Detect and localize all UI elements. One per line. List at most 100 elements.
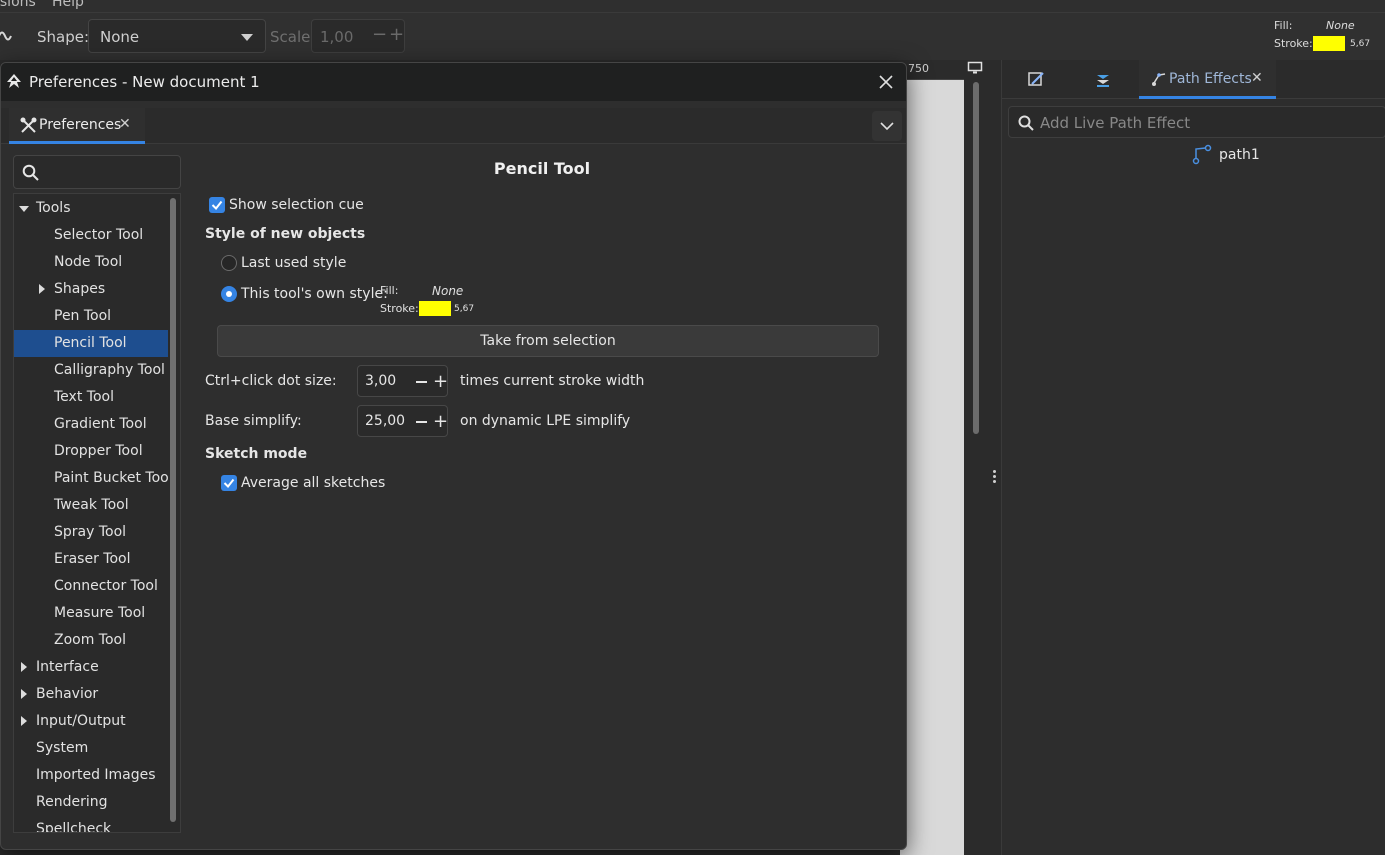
tree-item-imported-images[interactable]: Imported Images (14, 762, 168, 789)
own-style-label: This tool's own style: (241, 286, 388, 302)
tools-icon (20, 117, 37, 133)
fill-value: None (1326, 19, 1355, 32)
base-simplify-spinbutton[interactable]: 25,00 + (357, 405, 448, 437)
search-icon (22, 164, 39, 181)
dot-size-spinbutton[interactable]: 3,00 + (357, 365, 448, 397)
tree-item-selector-tool[interactable]: Selector Tool (14, 222, 168, 249)
show-selection-cue-label: Show selection cue (229, 197, 364, 213)
own-style-fill-value: None (432, 284, 464, 298)
check-icon (211, 200, 223, 211)
path-effects-icon (1152, 73, 1166, 86)
own-style-stroke-label: Stroke: (380, 302, 419, 315)
brush-icon (1028, 72, 1044, 86)
expander-right-icon[interactable] (21, 716, 27, 726)
own-style-stroke-width: 5,67 (454, 304, 475, 314)
stroke-width: 5,67 (1350, 39, 1371, 49)
page-title: Pencil Tool (493, 159, 591, 178)
chevron-down-icon (880, 122, 894, 131)
tree-item-spray-tool[interactable]: Spray Tool (14, 519, 168, 546)
toolbar-style-indicator[interactable]: Fill: None Stroke: 5,67 (1274, 19, 1384, 55)
tree-item-dropper-tool[interactable]: Dropper Tool (14, 438, 168, 465)
shape-dropdown-value: None (100, 28, 140, 46)
tree-item-node-tool[interactable]: Node Tool (14, 249, 168, 276)
decrement-icon[interactable] (416, 381, 427, 383)
increment-icon[interactable]: + (389, 24, 404, 45)
dock-tabs: Path Effects ✕ (1002, 60, 1385, 99)
tree-item-rendering[interactable]: Rendering (14, 789, 168, 816)
own-style-radio[interactable] (221, 286, 237, 302)
preferences-search-input[interactable] (13, 155, 181, 189)
layers-tab[interactable] (1070, 60, 1138, 99)
canvas-scrollbar-thumb[interactable] (973, 82, 979, 434)
average-all-sketches-checkbox[interactable] (221, 475, 237, 491)
dock-panel: Path Effects ✕ Add Live Path Effect path… (1001, 60, 1385, 855)
own-style-fill-label: Fill: (380, 284, 399, 297)
tree-item-input-output[interactable]: Input/Output (14, 708, 168, 735)
decrement-icon[interactable] (416, 421, 427, 423)
tree-item-text-tool[interactable]: Text Tool (14, 384, 168, 411)
shape-label: Shape: (37, 28, 90, 46)
search-placeholder: Add Live Path Effect (1040, 114, 1191, 132)
close-icon[interactable]: ✕ (119, 116, 131, 132)
expander-right-icon[interactable] (21, 689, 27, 699)
close-icon[interactable]: ✕ (1251, 70, 1263, 86)
sketch-mode-heading: Sketch mode (205, 446, 308, 462)
ruler-value: 750 (908, 62, 929, 75)
tree-item-zoom-tool[interactable]: Zoom Tool (14, 627, 168, 654)
display-mode-icon[interactable] (967, 61, 983, 75)
tree-item-calligraphy-tool[interactable]: Calligraphy Tool (14, 357, 168, 384)
tree-item-behavior[interactable]: Behavior (14, 681, 168, 708)
tree-item-paint-bucket-tool[interactable]: Paint Bucket Tool (14, 465, 173, 492)
stroke-swatch (1313, 36, 1345, 51)
tabs-menu-button[interactable] (872, 111, 902, 141)
tree-item-tools[interactable]: Tools (14, 195, 168, 222)
average-all-sketches-label: Average all sketches (241, 475, 386, 491)
dialog-title: Preferences - New document 1 (29, 73, 260, 91)
scale-label: Scale: (270, 28, 316, 46)
tree-item-pen-tool[interactable]: Pen Tool (14, 303, 168, 330)
dialog-tabs: Preferences ✕ (1, 108, 906, 144)
tool-controls-bar: Shape: None Scale: 1,00 − + Fill: None S… (0, 12, 1385, 60)
expander-right-icon[interactable] (39, 284, 45, 294)
tab-preferences[interactable]: Preferences ✕ (9, 108, 145, 144)
dot-size-value: 3,00 (365, 373, 397, 389)
tree-item-connector-tool[interactable]: Connector Tool (14, 573, 168, 600)
tree-item-gradient-tool[interactable]: Gradient Tool (14, 411, 168, 438)
tree-item-system[interactable]: System (14, 735, 168, 762)
menu-extensions[interactable]: isions (0, 0, 36, 10)
dialog-titlebar[interactable]: Preferences - New document 1 (1, 63, 906, 101)
take-from-selection-button[interactable]: Take from selection (217, 325, 879, 357)
menu-help[interactable]: Help (52, 0, 84, 10)
preferences-tree: Tools Selector Tool Node Tool Shapes Pen… (13, 193, 181, 833)
increment-icon[interactable]: + (433, 371, 448, 392)
show-selection-cue-checkbox[interactable] (209, 197, 225, 213)
chevron-down-icon (241, 34, 253, 41)
add-live-path-effect-search[interactable]: Add Live Path Effect (1008, 106, 1385, 138)
tree-item-eraser-tool[interactable]: Eraser Tool (14, 546, 168, 573)
tree-scrollbar-thumb[interactable] (170, 198, 176, 822)
tree-item-interface[interactable]: Interface (14, 654, 168, 681)
canvas[interactable] (900, 60, 964, 855)
shape-dropdown[interactable]: None (88, 19, 266, 53)
dock-resize-handle[interactable] (992, 470, 998, 486)
decrement-icon[interactable]: − (372, 24, 387, 45)
close-button[interactable] (876, 72, 896, 92)
fill-label: Fill: (1274, 19, 1293, 32)
tree-item-shapes[interactable]: Shapes (14, 276, 168, 303)
tree-item-spellcheck[interactable]: Spellcheck (14, 816, 168, 832)
scale-spinbutton[interactable]: 1,00 − + (311, 19, 405, 53)
inkscape-logo-icon (7, 74, 21, 88)
path-icon (1192, 144, 1212, 165)
increment-icon[interactable]: + (433, 411, 448, 432)
last-used-style-radio[interactable] (221, 255, 237, 271)
fill-stroke-tab[interactable] (1002, 60, 1070, 99)
menubar: isions Help (0, 0, 1385, 12)
expander-down-icon[interactable] (19, 206, 29, 212)
tree-item-measure-tool[interactable]: Measure Tool (14, 600, 168, 627)
tab-preferences-label: Preferences (39, 117, 122, 133)
own-style-indicator[interactable]: Fill: None Stroke: 5,67 (380, 284, 490, 318)
tree-item-tweak-tool[interactable]: Tweak Tool (14, 492, 168, 519)
path-effects-tab[interactable]: Path Effects ✕ (1139, 60, 1276, 99)
expander-right-icon[interactable] (21, 662, 27, 672)
tree-item-pencil-tool[interactable]: Pencil Tool (14, 330, 168, 357)
